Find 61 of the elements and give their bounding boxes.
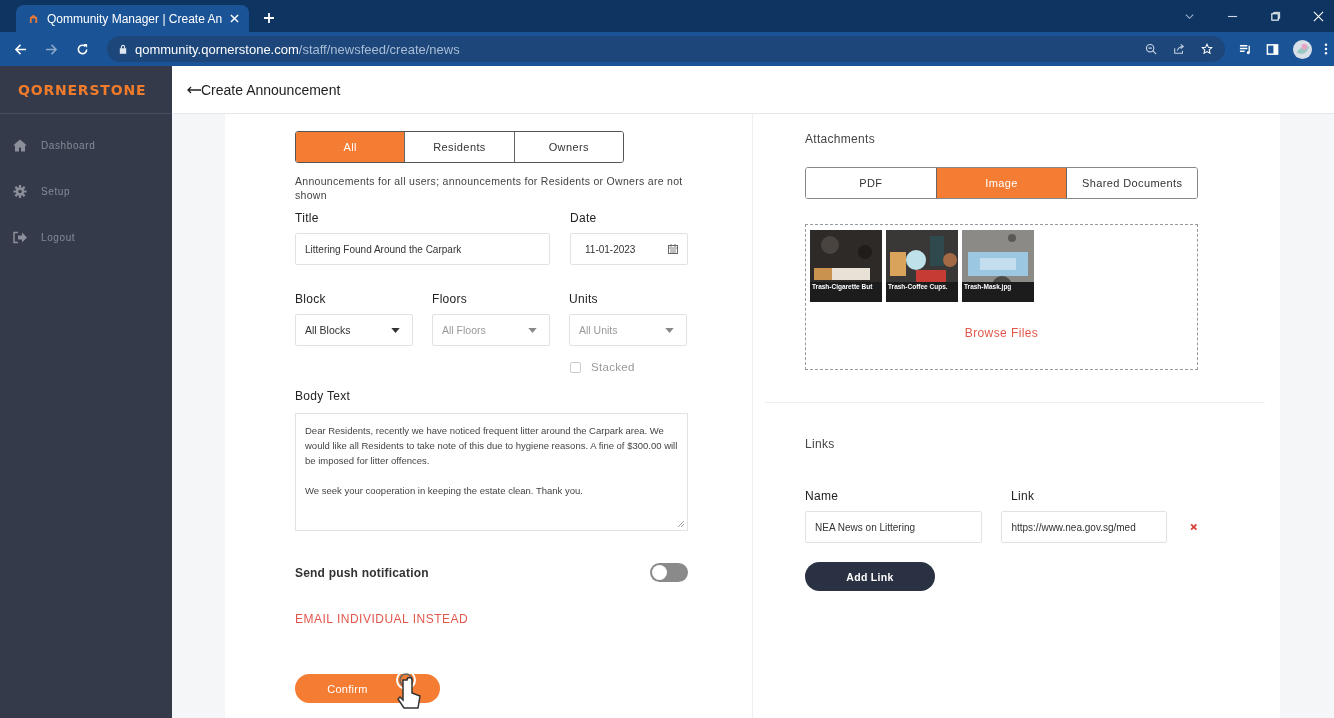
page-title: Create Announcement bbox=[201, 81, 341, 98]
hand-cursor-icon bbox=[393, 670, 423, 710]
caret-icon bbox=[391, 327, 400, 333]
dropdown[interactable]: All Blocks bbox=[295, 314, 413, 346]
logo: QORNERSTONE bbox=[0, 66, 172, 114]
column-label: Link bbox=[1011, 489, 1035, 503]
checkbox-label: Stacked bbox=[591, 361, 635, 373]
date-field[interactable]: 11-01-2023 bbox=[570, 233, 688, 265]
section-title: Links bbox=[805, 437, 836, 451]
add-link-button[interactable]: Add Link bbox=[805, 562, 935, 591]
body-paragraph: Dear Residents, recently we have noticed frequent litter around the Carpark area. We would like all Residents to take note of this due to hygiene reasons. A fine of $300.00 will be imposed for litter offences. bbox=[305, 424, 678, 468]
body-text-field[interactable] bbox=[295, 413, 688, 531]
field-label: Date bbox=[570, 211, 598, 225]
email-individual-link[interactable]: EMAIL INDIVIDUAL INSTEAD bbox=[295, 612, 469, 626]
reload-icon[interactable] bbox=[76, 42, 89, 56]
zoom-icon[interactable] bbox=[1145, 43, 1157, 55]
caret-icon bbox=[528, 327, 537, 333]
share-icon[interactable] bbox=[1173, 43, 1185, 55]
toggle-switch[interactable] bbox=[650, 563, 688, 582]
push-notification-label: Send push notification bbox=[295, 565, 429, 580]
profile-avatar-icon[interactable] bbox=[1293, 39, 1312, 59]
attachment-tab[interactable]: Shared Documents bbox=[1066, 168, 1197, 198]
calendar-icon[interactable] bbox=[668, 244, 678, 254]
audience-tab[interactable]: Owners bbox=[513, 132, 623, 162]
body-paragraph: We seek your cooperation in keeping the estate clean. Thank you. bbox=[305, 484, 584, 498]
field-label: Title bbox=[295, 211, 320, 225]
field-label: Units bbox=[569, 292, 599, 306]
logout-icon bbox=[13, 230, 27, 244]
resize-handle-icon[interactable] bbox=[678, 521, 684, 527]
lock-icon bbox=[119, 44, 127, 54]
column-label: Name bbox=[805, 489, 840, 503]
restore-icon[interactable] bbox=[1270, 11, 1281, 22]
back-arrow-icon[interactable] bbox=[187, 85, 201, 94]
forward-arrow-icon[interactable] bbox=[45, 42, 58, 56]
site-icon bbox=[28, 13, 39, 24]
field-label: Block bbox=[295, 292, 327, 306]
browser-tab[interactable]: Qommunity Manager | Create An bbox=[16, 5, 250, 32]
link-url-field[interactable]: https://www.nea.gov.sg/med bbox=[1001, 511, 1168, 543]
browse-files-link[interactable]: Browse Files bbox=[964, 326, 1039, 340]
date-value: 11-01-2023 bbox=[585, 243, 636, 255]
more-options-icon[interactable] bbox=[1324, 43, 1328, 55]
close-icon[interactable] bbox=[230, 14, 240, 23]
new-tab-icon[interactable] bbox=[263, 12, 276, 24]
section-title: Attachments bbox=[805, 132, 876, 146]
star-icon[interactable] bbox=[1201, 43, 1213, 55]
home-icon bbox=[13, 138, 27, 152]
url-text: qommunity.qornerstone.com/staff/newsfeed/create/news bbox=[135, 41, 460, 57]
field-label: Floors bbox=[432, 292, 469, 306]
caret-icon bbox=[665, 327, 674, 333]
audience-note: Announcements for all users; announcements for Residents or Owners are not shown bbox=[295, 175, 684, 202]
address-field[interactable]: qommunity.qornerstone.com/staff/newsfeed/create/news bbox=[107, 36, 1225, 62]
tab-title: Qommunity Manager | Create An bbox=[47, 11, 223, 26]
media-icon[interactable] bbox=[1239, 42, 1252, 56]
gear-icon bbox=[13, 184, 27, 198]
link-name-field[interactable]: NEA News on Littering bbox=[805, 511, 983, 543]
title-field[interactable]: Littering Found Around the Carpark bbox=[295, 233, 550, 265]
chevron-down-icon[interactable] bbox=[1184, 11, 1195, 22]
side-panel-icon[interactable] bbox=[1266, 42, 1279, 56]
remove-icon[interactable] bbox=[1190, 523, 1198, 531]
field-label: Body Text bbox=[295, 389, 352, 403]
close-icon[interactable] bbox=[1313, 11, 1324, 22]
